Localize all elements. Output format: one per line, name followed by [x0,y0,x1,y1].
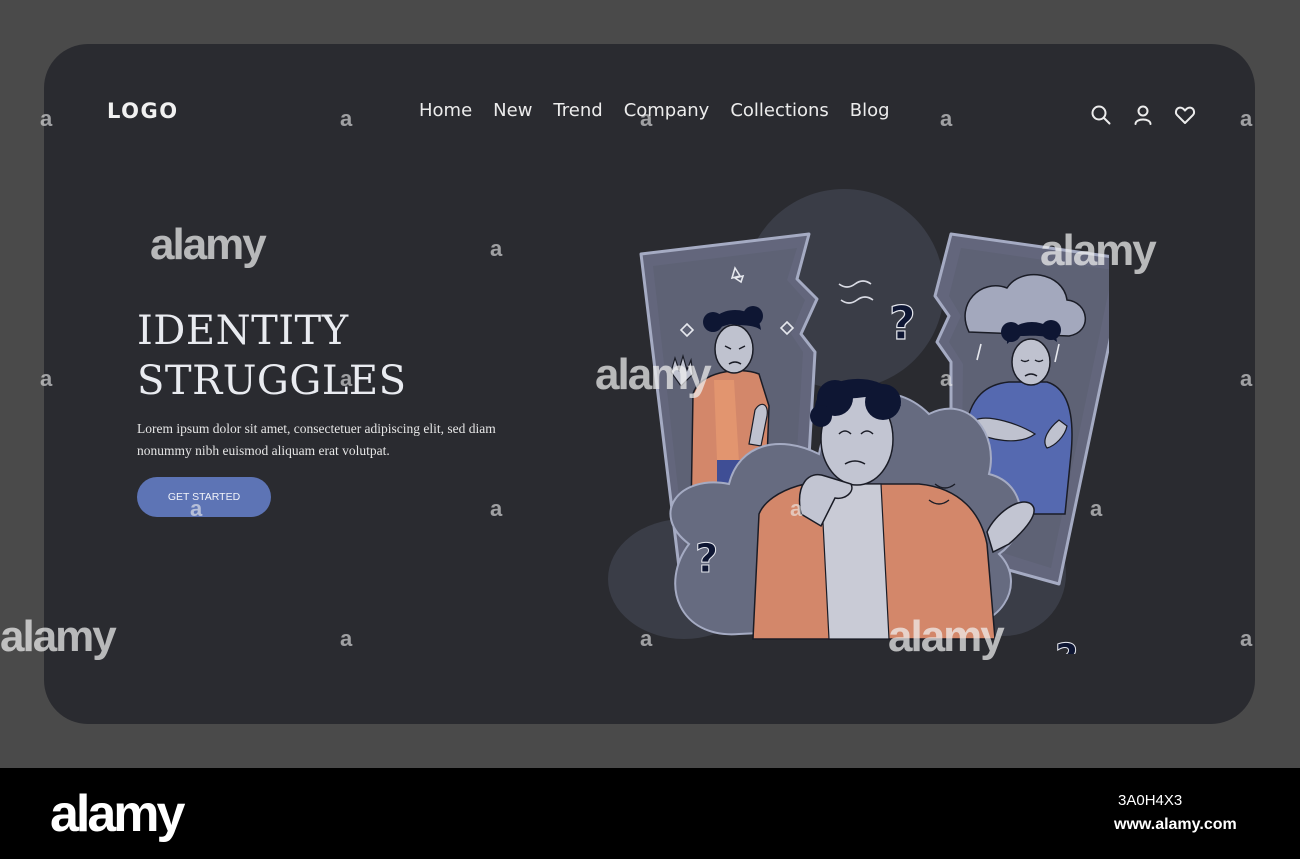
watermark-small: a [40,106,53,131]
main-nav: Home New Trend Company Collections Blog [419,100,890,121]
footer-url: www.alamy.com [1114,816,1237,833]
question-mark: ? [695,536,718,582]
watermark-small: a [490,496,503,521]
title-line-1: IDENTITY [137,308,349,354]
nav-home[interactable]: Home [419,100,472,121]
watermark-small: a [1240,626,1253,651]
heart-icon[interactable] [1172,102,1198,128]
nav-collections[interactable]: Collections [730,100,828,121]
watermark-small: a [490,236,503,261]
watermark-small: a [640,626,653,651]
logo[interactable]: LOGO [107,99,179,123]
watermark: alamy [0,612,117,661]
search-icon[interactable] [1088,102,1114,128]
get-started-button[interactable]: GET STARTED [137,477,271,517]
nav-company[interactable]: Company [624,100,710,121]
nav-trend[interactable]: Trend [553,100,602,121]
watermark-small: a [340,626,353,651]
watermark-small: a [1240,366,1253,391]
watermark: alamy [595,350,712,399]
watermark-small: a [940,366,953,391]
watermark: alamy [150,220,267,269]
watermark-small: a [1090,496,1103,521]
watermark-small: a [790,496,803,521]
question-mark: ? [889,296,916,350]
watermark-small: a [340,366,353,391]
watermark: alamy [1040,226,1157,275]
header-icons [1088,102,1198,128]
title-line-2: STRUGGLES [137,358,407,404]
nav-blog[interactable]: Blog [850,100,890,121]
watermark-small: a [940,106,953,131]
question-mark: ? [1055,636,1078,654]
image-id: 3A0H4X3 [1118,792,1183,809]
identity-struggles-illustration: ? ? ? [608,189,1109,654]
watermark-small: a [40,366,53,391]
watermark-small: a [640,106,653,131]
hero-description: Lorem ipsum dolor sit amet, consectetuer… [137,421,496,458]
user-icon[interactable] [1130,102,1156,128]
watermark-small: a [1240,106,1253,131]
watermark-small: a [190,496,203,521]
footer-brand: alamy [50,785,185,843]
watermark: alamy [888,612,1005,661]
page-title: IDENTITY STRUGGLES [137,306,406,406]
watermark-small: a [340,106,353,131]
footer-bar: alamy 3A0H4X3 www.alamy.com [0,768,1300,859]
nav-new[interactable]: New [493,100,532,121]
